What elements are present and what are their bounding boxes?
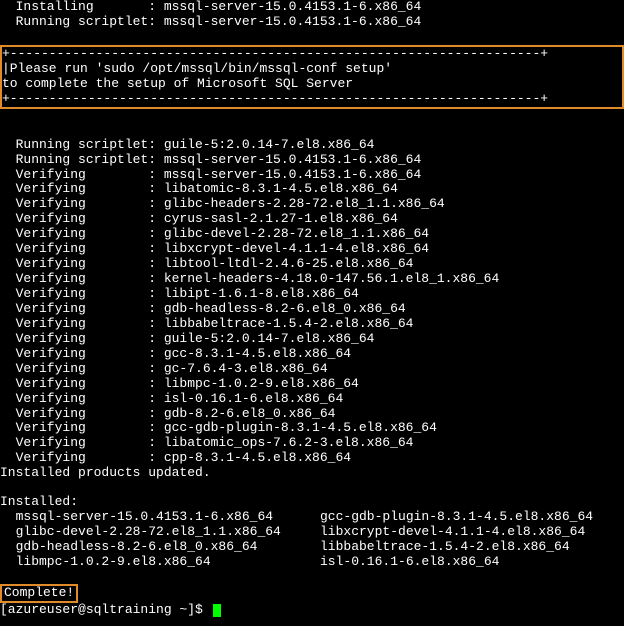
output-line: Verifying : glibc-devel-2.28-72.el8_1.1.… — [0, 227, 624, 242]
setup-notice-box: +---------------------------------------… — [0, 45, 624, 109]
installed-pkg: glibc-devel-2.28-72.el8_1.1.x86_64 — [0, 525, 320, 540]
output-line: Installed products updated. — [0, 466, 624, 481]
shell-prompt: [azureuser@sqltraining ~]$ — [0, 602, 211, 617]
blank-line — [0, 481, 624, 495]
output-line: Verifying : gdb-headless-8.2-6.el8_0.x86… — [0, 302, 624, 317]
blank-line — [0, 124, 624, 138]
output-line: Verifying : libatomic_ops-7.6.2-3.el8.x8… — [0, 436, 624, 451]
blank-line — [0, 30, 624, 44]
output-line: Verifying : libipt-1.6.1-8.el8.x86_64 — [0, 287, 624, 302]
output-line: Verifying : cyrus-sasl-2.1.27-1.el8.x86_… — [0, 212, 624, 227]
output-line: Verifying : cpp-8.3.1-4.5.el8.x86_64 — [0, 451, 624, 466]
complete-badge: Complete! — [0, 584, 78, 603]
notice-line: to complete the setup of Microsoft SQL S… — [2, 77, 622, 92]
output-line: Verifying : isl-0.16.1-6.el8.x86_64 — [0, 392, 624, 407]
notice-border: +---------------------------------------… — [2, 92, 622, 107]
output-line: Verifying : gcc-gdb-plugin-8.3.1-4.5.el8… — [0, 421, 624, 436]
prompt-line[interactable]: [azureuser@sqltraining ~]$ — [0, 603, 624, 618]
output-line: Verifying : glibc-headers-2.28-72.el8_1.… — [0, 197, 624, 212]
installed-pkg: libxcrypt-devel-4.1.1-4.el8.x86_64 — [320, 525, 624, 540]
output-line: Verifying : libatomic-8.3.1-4.5.el8.x86_… — [0, 182, 624, 197]
installed-pkg: libbabeltrace-1.5.4-2.el8.x86_64 — [320, 540, 624, 555]
notice-line: |Please run 'sudo /opt/mssql/bin/mssql-c… — [2, 62, 622, 77]
output-line: Verifying : libmpc-1.0.2-9.el8.x86_64 — [0, 377, 624, 392]
installed-header: Installed: — [0, 495, 624, 510]
output-line: Verifying : libtool-ltdl-2.4.6-25.el8.x8… — [0, 257, 624, 272]
complete-line: Complete! — [0, 584, 624, 603]
installed-pkg: gdb-headless-8.2-6.el8_0.x86_64 — [0, 540, 320, 555]
installed-pkg: gcc-gdb-plugin-8.3.1-4.5.el8.x86_64 — [320, 510, 624, 525]
output-line: Running scriptlet: mssql-server-15.0.415… — [0, 15, 624, 30]
output-line: Running scriptlet: guile-5:2.0.14-7.el8.… — [0, 138, 624, 153]
cursor-icon — [213, 604, 221, 617]
output-line: Verifying : gc-7.6.4-3.el8.x86_64 — [0, 362, 624, 377]
output-line: Verifying : guile-5:2.0.14-7.el8.x86_64 — [0, 332, 624, 347]
notice-border: +---------------------------------------… — [2, 47, 622, 62]
output-line: Verifying : mssql-server-15.0.4153.1-6.x… — [0, 168, 624, 183]
output-line: Installing : mssql-server-15.0.4153.1-6.… — [0, 0, 624, 15]
installed-pkg: mssql-server-15.0.4153.1-6.x86_64 — [0, 510, 320, 525]
output-line: Verifying : kernel-headers-4.18.0-147.56… — [0, 272, 624, 287]
installed-pkg: libmpc-1.0.2-9.el8.x86_64 — [0, 555, 320, 570]
output-line: Verifying : libxcrypt-devel-4.1.1-4.el8.… — [0, 242, 624, 257]
output-line: Verifying : gcc-8.3.1-4.5.el8.x86_64 — [0, 347, 624, 362]
installed-columns: mssql-server-15.0.4153.1-6.x86_64 glibc-… — [0, 510, 624, 570]
output-line: Running scriptlet: mssql-server-15.0.415… — [0, 153, 624, 168]
output-line: Verifying : libbabeltrace-1.5.4-2.el8.x8… — [0, 317, 624, 332]
output-line: Verifying : gdb-8.2-6.el8_0.x86_64 — [0, 407, 624, 422]
blank-line — [0, 570, 624, 584]
blank-line — [0, 110, 624, 124]
installed-pkg: isl-0.16.1-6.el8.x86_64 — [320, 555, 624, 570]
